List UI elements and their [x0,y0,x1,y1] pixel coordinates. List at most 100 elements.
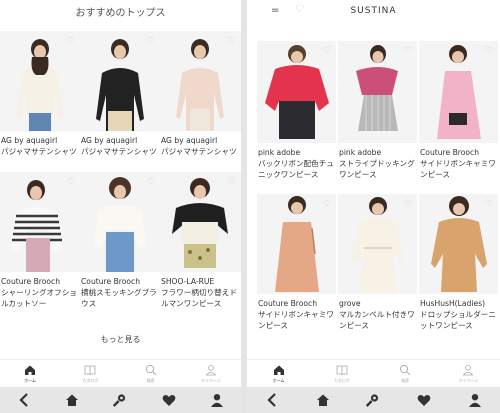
book-icon [84,365,96,376]
product-card[interactable]: ♡ grove マルカンベルト付きワンピース [338,194,417,338]
product-image [338,194,417,294]
tab-mypage[interactable]: マイページ [181,360,241,386]
product-name: ストライプドッキングワンピース [339,159,415,179]
favorite-heart-icon[interactable]: ♡ [67,178,75,187]
tab-label: マイページ [200,378,221,383]
book-icon [336,365,348,376]
tab-search[interactable]: 検索 [121,360,181,386]
tab-label: 検索 [401,378,410,383]
back-icon[interactable] [262,390,282,410]
product-name: サイドリボンキャミワンピース [420,159,496,179]
home-icon [25,365,36,375]
product-card[interactable]: ♡ AG by aquagirl パジャマサテンシャツ [160,31,241,166]
product-image [419,194,498,294]
user-icon [205,364,217,376]
product-name: サイドリボンキャミワンピース [258,310,334,330]
product-name: 横桃スモッキングブラウス [81,288,157,308]
product-image [0,31,80,131]
home-icon[interactable] [62,390,82,410]
product-card[interactable]: ♡ pink adobe バックリボン配色チュニックワンピース [257,41,336,181]
tab-home[interactable]: ホーム [247,360,310,386]
back-icon[interactable] [14,390,34,410]
favorite-heart-icon[interactable]: ♡ [404,200,412,209]
product-card[interactable]: ♡ Couture Brooch シャーリングオフショルカットソー [0,172,80,322]
user-icon[interactable] [465,390,485,410]
product-card[interactable]: ♡ SHOO-LA-RUE フラワー柄切り替えドルマンワンピース [160,172,241,322]
product-card[interactable]: ♡ AG by aquagirl パジャマサテンシャツ [0,31,80,166]
product-name: バックリボン配色チュニックワンピース [258,159,334,179]
see-more-link[interactable]: もっと見る [0,334,241,345]
heart-icon[interactable] [414,390,434,410]
product-card[interactable]: ♡ pink adobe ストライプドッキングワンピース [338,41,417,181]
product-brand: AG by aquagirl [1,136,58,145]
home-icon [273,365,284,375]
product-image [257,194,336,294]
brand-header: SUSTINA [247,0,500,22]
key-icon[interactable] [363,390,383,410]
tab-home[interactable]: ホーム [0,360,60,386]
search-icon [400,364,411,376]
product-brand: Couture Brooch [258,299,318,308]
favorite-heart-icon[interactable]: ♡ [147,178,155,187]
product-brand: HusHusH(Ladies) [420,299,486,308]
product-name: フラワー柄切り替えドルマンワンピース [161,288,237,308]
product-name: マルカンベルト付きワンピース [339,310,415,330]
product-image [419,41,498,143]
tab-label: ホーム [272,378,285,383]
product-card[interactable]: ♡ Couture Brooch サイドリボンキャミワンピース [419,41,498,181]
product-brand: AG by aquagirl [81,136,138,145]
recommended-tops-screen: おすすめのトップス ♡ AG by aquagirl パジャマサテンシャツ ♡ … [0,0,241,413]
product-card[interactable]: ♡ Couture Brooch 横桃スモッキングブラウス [80,172,160,322]
tab-label: ホーム [24,378,37,383]
favorite-heart-icon[interactable]: ♡ [228,37,236,46]
tab-bar: ホーム カタログ 検索 マイページ [247,359,500,386]
system-navigation-bar [247,387,500,413]
system-navigation-bar [0,387,241,413]
product-card[interactable]: ♡ AG by aquagirl パジャマサテンシャツ [80,31,160,166]
tab-label: カタログ [333,378,350,383]
favorite-heart-icon[interactable]: ♡ [404,47,412,56]
product-image [338,41,417,143]
key-icon[interactable] [110,390,130,410]
user-icon[interactable] [207,390,227,410]
brand-logo: SUSTINA [350,6,397,16]
tab-label: カタログ [82,378,99,383]
product-image [80,31,160,131]
section-title: おすすめのトップス [75,7,166,19]
favorite-heart-icon[interactable]: ♡ [147,37,155,46]
favorite-heart-icon[interactable]: ♡ [323,200,331,209]
product-name: パジャマサテンシャツ [161,147,237,156]
heart-icon[interactable] [159,390,179,410]
tab-search[interactable]: 検索 [374,360,437,386]
product-image [160,172,241,272]
search-icon [145,364,156,376]
favorite-heart-icon[interactable]: ♡ [228,178,236,187]
product-image [80,172,160,272]
favorite-heart-icon[interactable]: ♡ [485,200,493,209]
favorite-heart-icon[interactable]: ♡ [323,47,331,56]
favorite-heart-icon[interactable]: ♡ [485,47,493,56]
tab-label: 検索 [146,378,155,383]
product-brand: Couture Brooch [420,148,480,157]
product-brand: SHOO-LA-RUE [161,277,215,286]
product-card[interactable]: ♡ Couture Brooch サイドリボンキャミワンピース [257,194,336,338]
tab-bar: ホーム カタログ 検索 マイページ [0,359,241,386]
product-name: パジャマサテンシャツ [81,147,157,156]
product-card[interactable]: ♡ HusHusH(Ladies) ドロップショルダーニットワンピース [419,194,498,338]
tab-catalog[interactable]: カタログ [310,360,373,386]
product-name: ドロップショルダーニットワンピース [420,310,496,330]
product-name: シャーリングオフショルカットソー [1,288,77,308]
home-icon[interactable] [313,390,333,410]
tab-mypage[interactable]: マイページ [437,360,500,386]
favorite-heart-icon[interactable]: ♡ [67,37,75,46]
product-image [0,172,80,272]
product-brand: Couture Brooch [1,277,61,286]
product-brand: Couture Brooch [81,277,141,286]
user-icon [463,364,474,376]
product-brand: grove [339,299,361,308]
product-brand: pink adobe [339,148,382,157]
product-brand: pink adobe [258,148,301,157]
product-image [257,41,336,143]
tab-label: マイページ [458,378,479,383]
tab-catalog[interactable]: カタログ [60,360,120,386]
